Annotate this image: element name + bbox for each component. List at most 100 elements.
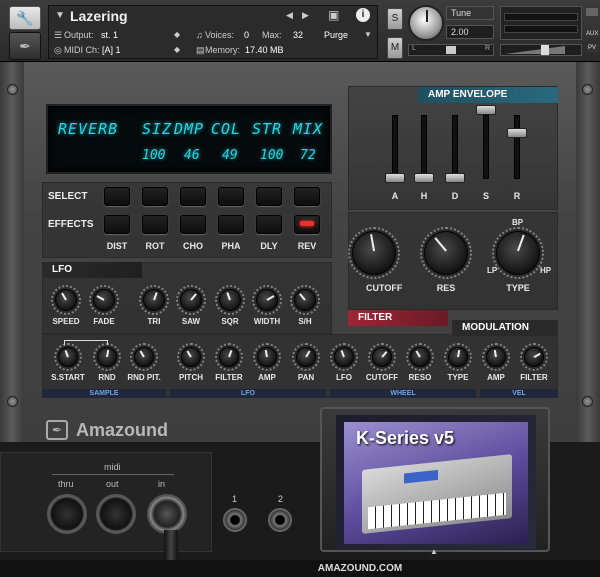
amp-r-track[interactable] bbox=[514, 115, 520, 179]
effect-toggle-cho[interactable] bbox=[180, 215, 206, 234]
amp-r-slider[interactable] bbox=[507, 128, 527, 138]
lcd-value-col[interactable]: 49 bbox=[222, 148, 238, 163]
output-dropdown-icon[interactable]: ◆ bbox=[174, 30, 180, 39]
wrench-icon[interactable]: 🔧 bbox=[9, 6, 41, 30]
mod-lfo-amp-knob[interactable] bbox=[253, 343, 281, 371]
instrument-icon[interactable]: ✒ bbox=[9, 32, 41, 60]
filter-title: FILTER bbox=[348, 310, 448, 326]
effect-label-rev: REV bbox=[297, 241, 317, 251]
select-button-cho[interactable] bbox=[180, 187, 206, 206]
amp-s-slider[interactable] bbox=[476, 105, 496, 115]
pan-handle[interactable] bbox=[446, 46, 456, 54]
output-value[interactable]: st. 1 bbox=[101, 30, 118, 40]
midi-out-label: out bbox=[106, 479, 119, 489]
lfo-width-knob[interactable] bbox=[252, 285, 282, 315]
mod-lfo-filter-knob[interactable] bbox=[215, 343, 243, 371]
volume-handle[interactable] bbox=[541, 45, 549, 55]
max-voices-value[interactable]: 32 bbox=[293, 30, 303, 40]
lcd-value-str[interactable]: 100 bbox=[260, 148, 283, 163]
amp-h-slider[interactable] bbox=[414, 173, 434, 183]
lfo-tri-knob[interactable] bbox=[139, 285, 169, 315]
mute-button[interactable]: M bbox=[387, 37, 403, 59]
effect-toggle-dist[interactable] bbox=[104, 215, 130, 234]
cutoff-knob[interactable] bbox=[348, 227, 400, 279]
modulation-title: MODULATION bbox=[452, 320, 558, 336]
select-button-pha[interactable] bbox=[218, 187, 244, 206]
midi-dropdown-icon[interactable]: ◆ bbox=[174, 45, 180, 54]
res-knob[interactable] bbox=[420, 227, 472, 279]
voices-value: 0 bbox=[244, 30, 250, 40]
memory-value: 17.40 MB bbox=[245, 45, 284, 55]
mod-wheel-reso-knob[interactable] bbox=[406, 343, 434, 371]
type-knob[interactable] bbox=[492, 227, 544, 279]
mod-sample-rndpit-knob[interactable] bbox=[130, 343, 158, 371]
midi-icon: ◎ bbox=[54, 45, 62, 55]
lfo-speed-knob[interactable] bbox=[51, 285, 81, 315]
tune-knob[interactable] bbox=[408, 5, 444, 41]
cutoff-label: CUTOFF bbox=[366, 283, 403, 293]
select-button-rev[interactable] bbox=[294, 187, 320, 206]
amp-h-track[interactable] bbox=[421, 115, 427, 179]
amp-r-label: R bbox=[513, 191, 521, 201]
lcd-label-col: COL bbox=[211, 120, 242, 138]
pan-slider[interactable]: L R bbox=[408, 44, 494, 56]
solo-button[interactable]: S bbox=[387, 8, 403, 30]
lcd-value-siz[interactable]: 100 bbox=[142, 148, 165, 163]
lcd-value-mix[interactable]: 72 bbox=[300, 148, 316, 163]
select-button-rot[interactable] bbox=[142, 187, 168, 206]
mod-sample-rndpit-label: RND PIT. bbox=[127, 373, 161, 382]
amp-a-track[interactable] bbox=[392, 115, 398, 179]
pv-button[interactable]: PV bbox=[586, 44, 599, 52]
mod-vel-filter-knob[interactable] bbox=[520, 343, 548, 371]
amp-envelope-title: AMP ENVELOPE bbox=[418, 87, 558, 103]
effect-toggle-rot[interactable] bbox=[142, 215, 168, 234]
close-icon[interactable] bbox=[586, 8, 598, 16]
voices-icon: ♫ bbox=[196, 30, 203, 40]
mod-lfo-pan-knob[interactable] bbox=[292, 343, 320, 371]
next-instrument-icon[interactable]: ▶ bbox=[302, 10, 309, 21]
effect-label-dist: DIST bbox=[106, 241, 128, 251]
mod-sample-rnd-knob[interactable] bbox=[93, 343, 121, 371]
cartridge-title: K-Series v5 bbox=[356, 428, 455, 448]
max-voices-label: Max: bbox=[262, 30, 282, 40]
select-label: SELECT bbox=[48, 191, 88, 202]
effect-toggle-rev[interactable] bbox=[294, 215, 320, 234]
expand-up-icon[interactable]: ▲ bbox=[430, 547, 438, 556]
volume-slider[interactable] bbox=[500, 44, 582, 56]
amp-d-slider[interactable] bbox=[445, 173, 465, 183]
lfo-title: LFO bbox=[42, 262, 142, 278]
prev-instrument-icon[interactable]: ◀ bbox=[286, 10, 293, 21]
lfo-sh-knob[interactable] bbox=[290, 285, 320, 315]
collapse-arrow-icon[interactable]: ▼ bbox=[55, 10, 65, 21]
mod-sample-sstart-knob[interactable] bbox=[54, 343, 82, 371]
lcd-value-dmp[interactable]: 46 bbox=[184, 148, 200, 163]
amp-s-track[interactable] bbox=[483, 115, 489, 179]
mod-vel-amp-knob[interactable] bbox=[482, 343, 510, 371]
type-lp-label: LP bbox=[487, 266, 498, 275]
purge-menu[interactable]: Purge bbox=[324, 30, 348, 40]
select-button-dly[interactable] bbox=[256, 187, 282, 206]
lfo-sqr-knob[interactable] bbox=[215, 285, 245, 315]
purge-dropdown-icon[interactable]: ▼ bbox=[364, 30, 372, 39]
effect-toggle-pha[interactable] bbox=[218, 215, 244, 234]
aux-button[interactable]: AUX bbox=[585, 30, 600, 38]
midi-channel-value[interactable]: [A] 1 bbox=[102, 45, 121, 55]
instrument-name[interactable]: Lazering bbox=[70, 8, 128, 24]
lfo-sh-label: S/H bbox=[298, 317, 312, 326]
amp-d-track[interactable] bbox=[452, 115, 458, 179]
tune-value[interactable]: 2.00 bbox=[446, 25, 494, 39]
camera-icon[interactable]: ▣ bbox=[328, 8, 339, 22]
memory-label: Memory: bbox=[205, 45, 241, 55]
mod-lfo-pitch-knob[interactable] bbox=[177, 343, 205, 371]
lfo-fade-knob[interactable] bbox=[89, 285, 119, 315]
lfo-saw-knob[interactable] bbox=[176, 285, 206, 315]
mod-wheel-lfo-knob[interactable] bbox=[330, 343, 358, 371]
mod-wheel-cutoff-knob[interactable] bbox=[368, 343, 396, 371]
rack-ear-right bbox=[576, 62, 600, 442]
amp-a-slider[interactable] bbox=[385, 173, 405, 183]
select-button-dist[interactable] bbox=[104, 187, 130, 206]
mod-wheel-type-knob[interactable] bbox=[444, 343, 472, 371]
lcd-display: REVERB SIZ DMP COL STR MIX 100 46 49 100… bbox=[46, 104, 332, 174]
effect-toggle-dly[interactable] bbox=[256, 215, 282, 234]
info-icon[interactable]: i bbox=[356, 8, 370, 22]
